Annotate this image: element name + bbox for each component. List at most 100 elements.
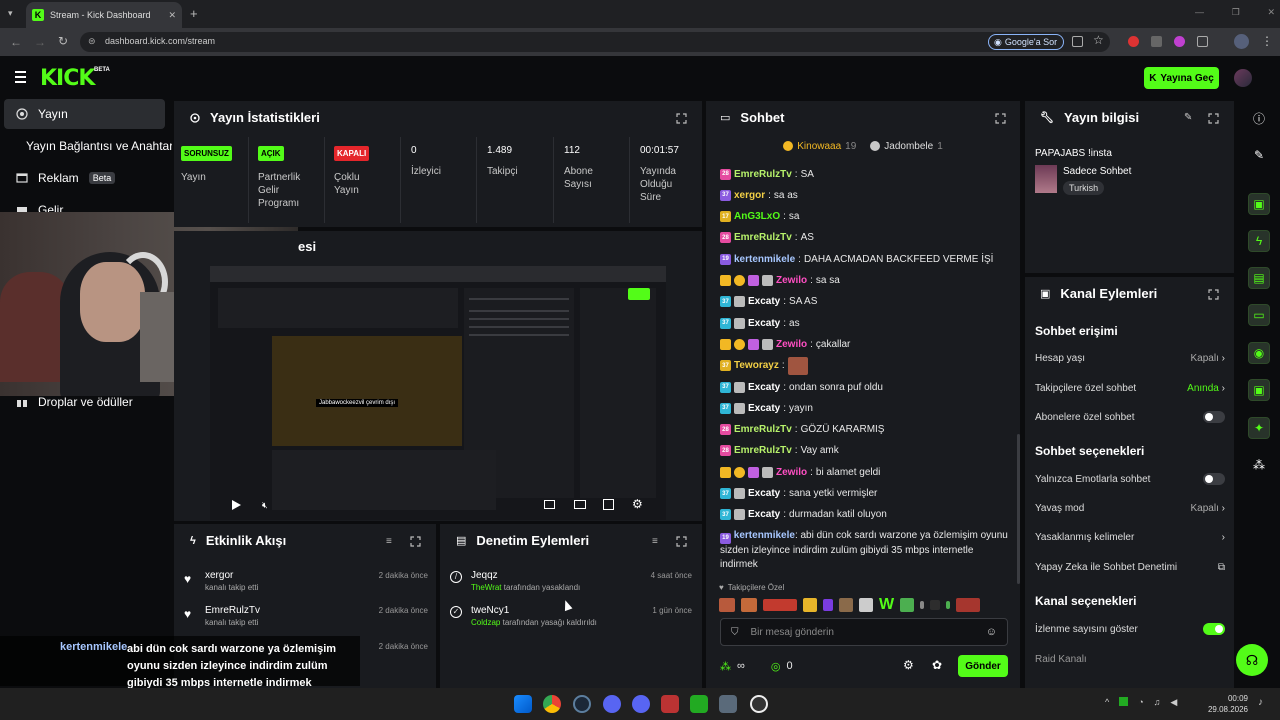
- chat-username[interactable]: EmreRulzTv: [734, 424, 792, 435]
- extension-gray-icon[interactable]: [1151, 36, 1162, 47]
- rail-extra-icon[interactable]: ⁂: [1248, 454, 1270, 476]
- filter-icon[interactable]: ≡: [386, 536, 392, 547]
- go-live-button[interactable]: K Yayına Geç: [1144, 67, 1219, 89]
- emote[interactable]: [900, 598, 915, 612]
- rail-actions-icon[interactable]: ▣: [1248, 379, 1270, 401]
- rail-stats-icon[interactable]: ◉: [1248, 342, 1270, 364]
- edit-pencil-icon[interactable]: ✎: [1184, 112, 1192, 123]
- tray-app-icon[interactable]: [1119, 697, 1129, 706]
- sidebar-item-droplar[interactable]: Droplar ve ödüller: [4, 387, 165, 417]
- chat-username[interactable]: kertenmikele: [734, 530, 795, 541]
- maximize-icon[interactable]: ❐: [1232, 7, 1240, 18]
- chat-username[interactable]: Excaty: [748, 488, 780, 499]
- setting-followers-only[interactable]: Takipçilere özel sohbet Anında ›: [1035, 381, 1225, 395]
- tray-icons[interactable]: ^ ◔ ♫ ◀: [1105, 697, 1177, 708]
- setting-show-viewcount[interactable]: İzlenme sayısını göster: [1035, 622, 1225, 636]
- play-icon[interactable]: [232, 500, 241, 510]
- chat-username[interactable]: Zewilo: [776, 467, 807, 478]
- sidebar-item-reklam[interactable]: Reklam Beta: [4, 163, 165, 193]
- clip-icon[interactable]: [544, 500, 555, 509]
- setting-emote-only[interactable]: Yalnızca Emotlarla sohbet: [1035, 472, 1225, 486]
- emote[interactable]: [946, 601, 951, 609]
- hamburger-menu-icon[interactable]: [15, 71, 26, 83]
- setting-slow-mode[interactable]: Yavaş mod Kapalı ›: [1035, 501, 1225, 515]
- tray-chevron-icon[interactable]: ^: [1105, 697, 1109, 708]
- url-bar[interactable]: ⊜ dashboard.kick.com/stream: [80, 32, 1110, 52]
- app-green-icon[interactable]: [690, 695, 708, 713]
- setting-subscribers-only[interactable]: Abonelere özel sohbet: [1035, 410, 1225, 424]
- chat-username[interactable]: Excaty: [748, 318, 780, 329]
- expand-activity-icon[interactable]: [410, 536, 421, 547]
- settings-app-icon[interactable]: [719, 695, 737, 713]
- chat-username[interactable]: AnG3LxO: [734, 211, 780, 222]
- rail-moderation-icon[interactable]: ▤: [1248, 267, 1270, 289]
- chrome-icon[interactable]: [543, 695, 561, 713]
- extensions-puzzle-icon[interactable]: [1197, 36, 1208, 47]
- discord-2-icon[interactable]: [632, 695, 650, 713]
- emoji-icon[interactable]: ☺: [986, 626, 997, 638]
- emote[interactable]: [920, 601, 925, 609]
- steam-icon[interactable]: [573, 695, 591, 713]
- discord-icon[interactable]: [603, 695, 621, 713]
- rail-activity-icon[interactable]: ϟ: [1248, 230, 1270, 252]
- extension-red-icon[interactable]: [1128, 36, 1139, 47]
- sidebar-item-stream-key[interactable]: Yayın Bağlantısı ve Anahtar: [4, 131, 172, 161]
- wifi-icon[interactable]: ◔: [1138, 697, 1143, 708]
- setting-ai-moderation[interactable]: Yapay Zeka ile Sohbet Denetimi ⧉: [1035, 560, 1225, 574]
- filter-icon[interactable]: ≡: [652, 536, 658, 547]
- emote[interactable]: [741, 598, 757, 612]
- chat-emote[interactable]: [787, 356, 808, 375]
- chat-username[interactable]: EmreRulzTv: [734, 232, 792, 243]
- subscribers-only-toggle[interactable]: [1203, 411, 1225, 423]
- show-viewcount-toggle[interactable]: [1203, 623, 1225, 635]
- settings-gear-icon[interactable]: ⚙: [632, 497, 643, 511]
- top-gifter[interactable]: Kinowaaa 19: [783, 136, 856, 156]
- rail-chat-icon[interactable]: ▭: [1248, 304, 1270, 326]
- browser-tab[interactable]: K Stream - Kick Dashboard ✕: [26, 2, 182, 28]
- emote[interactable]: [859, 598, 873, 612]
- chat-input[interactable]: ⛉ Bir mesaj gönderin ☺: [720, 618, 1008, 646]
- taskbar-clock[interactable]: 00:09 29.08.2026: [1200, 693, 1248, 715]
- close-window-icon[interactable]: ✕: [1267, 7, 1275, 18]
- emote[interactable]: [719, 598, 735, 612]
- riot-icon[interactable]: [661, 695, 679, 713]
- extension-purple-icon[interactable]: [1174, 36, 1185, 47]
- chat-username[interactable]: Zewilo: [776, 339, 807, 350]
- rail-stream-info-icon[interactable]: ▣: [1248, 193, 1270, 215]
- edit-icon[interactable]: ✎: [1248, 144, 1270, 166]
- chat-username[interactable]: Excaty: [748, 382, 780, 393]
- stream-preview-video[interactable]: Jabbawockeezvil çevrim dışı: [210, 266, 666, 520]
- reload-icon[interactable]: ↻: [58, 34, 68, 48]
- minimize-icon[interactable]: —: [1195, 7, 1204, 18]
- emote[interactable]: [803, 598, 817, 612]
- mic-icon[interactable]: ♫: [1154, 697, 1161, 708]
- new-tab-button[interactable]: +: [190, 6, 198, 21]
- forward-icon[interactable]: →: [34, 35, 46, 49]
- chat-username[interactable]: xergor: [734, 190, 765, 201]
- back-icon[interactable]: ←: [10, 35, 22, 49]
- send-button[interactable]: Gönder: [958, 655, 1008, 677]
- support-headset-icon[interactable]: ☊: [1236, 644, 1268, 676]
- chat-username[interactable]: Teworayz: [734, 360, 779, 371]
- tab-list-icon[interactable]: ▾: [8, 8, 20, 20]
- profile-avatar[interactable]: [1234, 34, 1249, 49]
- emote-only-toggle[interactable]: [1203, 473, 1225, 485]
- extension-icons[interactable]: [1128, 36, 1208, 47]
- info-icon[interactable]: ⓘ: [1248, 107, 1270, 129]
- chat-username[interactable]: Excaty: [748, 509, 780, 520]
- emote-w[interactable]: W: [879, 596, 894, 614]
- chat-username[interactable]: EmreRulzTv: [734, 445, 792, 456]
- window-controls[interactable]: — ❐ ✕: [1195, 7, 1275, 18]
- pip-icon[interactable]: [574, 500, 586, 509]
- close-tab-icon[interactable]: ✕: [168, 10, 176, 21]
- chat-settings-gear-icon[interactable]: ⚙: [903, 658, 914, 672]
- rail-wrench-icon[interactable]: ✦: [1248, 417, 1270, 439]
- top-gifter[interactable]: Jadombele 1: [870, 136, 943, 156]
- mute-icon[interactable]: 🔇︎: [262, 500, 268, 511]
- chat-username[interactable]: EmreRulzTv: [734, 169, 792, 180]
- expand-info-icon[interactable]: [1208, 113, 1219, 124]
- expand-chat-icon[interactable]: [995, 113, 1006, 124]
- chat-username[interactable]: Excaty: [748, 403, 780, 414]
- emote[interactable]: [839, 598, 853, 612]
- chat-username[interactable]: Excaty: [748, 296, 780, 307]
